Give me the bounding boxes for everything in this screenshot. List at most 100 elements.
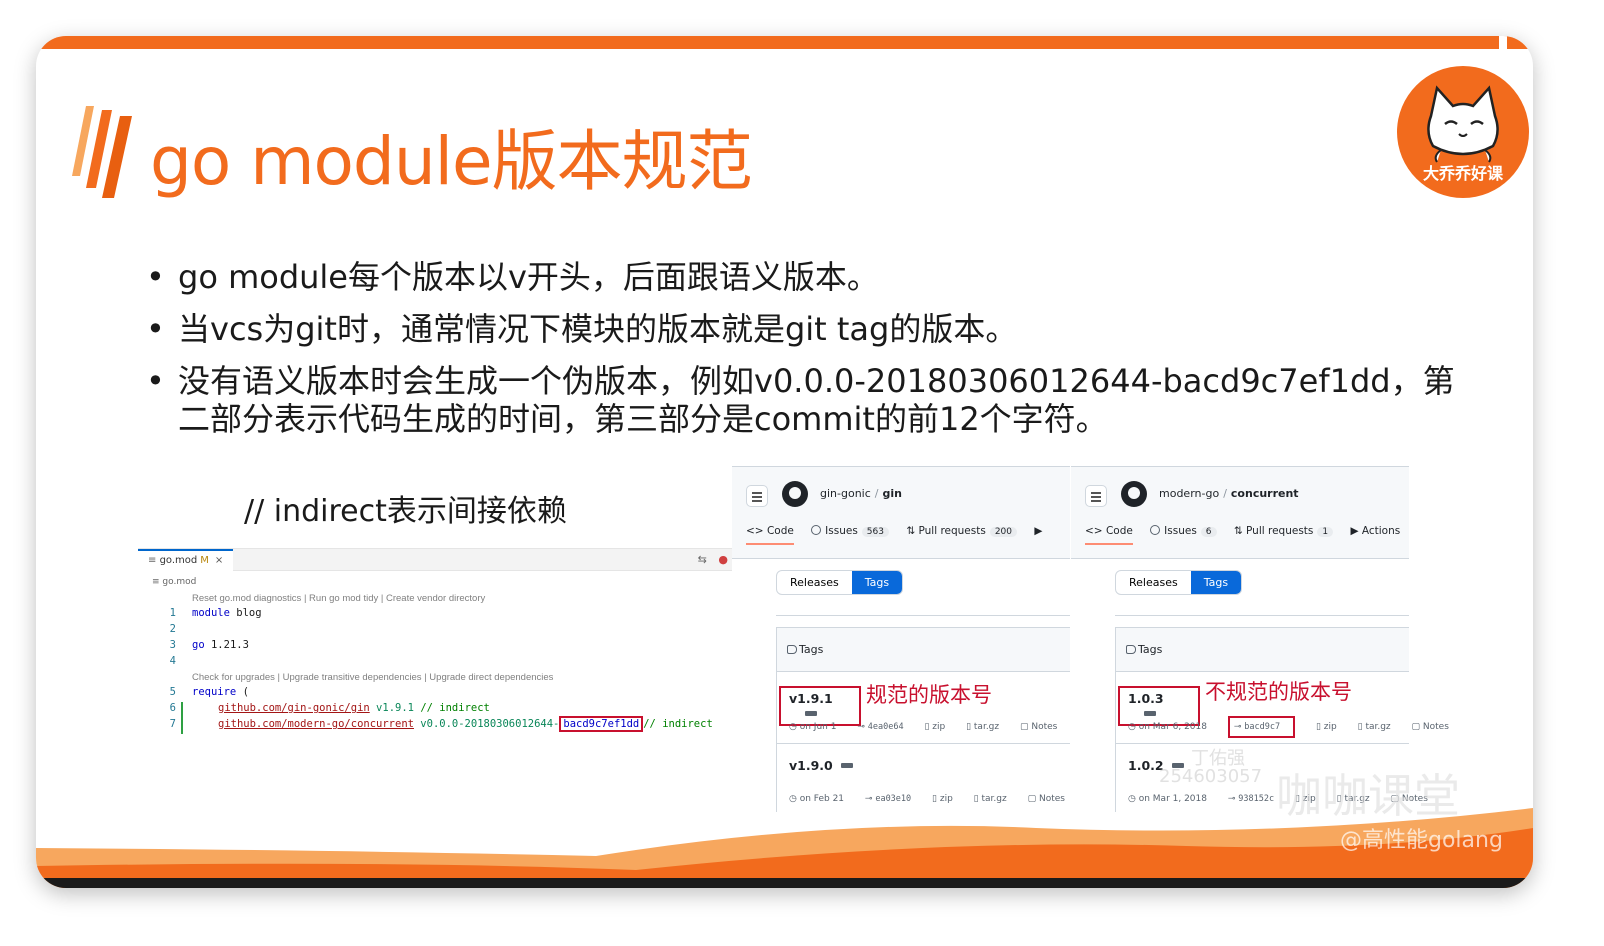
repo-owner[interactable]: gin-gonic — [820, 487, 871, 500]
bullet-item: go module每个版本以v开头，后面跟语义版本。 — [146, 258, 1476, 296]
zip-link[interactable]: ▯ zip — [1316, 722, 1346, 732]
github-panel-gin: gin-gonic / gin <> Code Issues 563 ⇅ Pull r… — [732, 466, 1070, 812]
menu-icon[interactable] — [1085, 485, 1107, 507]
commit-hash-highlight: ⊸ bacd9c7 — [1227, 716, 1296, 738]
footer-bar — [36, 878, 1533, 888]
menu-icon[interactable] — [746, 485, 768, 507]
top-accent-bar — [36, 36, 1533, 49]
annotation-standard: 规范的版本号 — [866, 683, 992, 707]
top-notch — [1499, 36, 1507, 49]
repo-separator: / — [874, 487, 879, 500]
tag-name[interactable]: 1.0.3 — [1118, 686, 1200, 726]
tag-name[interactable]: v1.9.1 — [779, 686, 861, 726]
file-icon: ≡ — [148, 555, 160, 566]
code-line: 3 go 1.21.3 — [138, 639, 734, 655]
module-path[interactable]: github.com/gin-gonic/gin — [218, 702, 370, 714]
commit[interactable]: ⊸ 4ea0e64 — [857, 722, 912, 732]
prs-count: 200 — [989, 527, 1018, 537]
tar-link[interactable]: ▯ tar.gz — [966, 722, 1008, 732]
line-number: 7 — [169, 718, 176, 730]
annotation-nonstandard: 不规范的版本号 — [1205, 680, 1352, 704]
code-lens-mod[interactable]: Reset go.mod diagnostics | Run go mod ti… — [192, 593, 485, 604]
editor-toolbar: ⇆ ● — [698, 553, 728, 566]
tab-code[interactable]: <> Code — [1085, 525, 1133, 545]
prs-count: 1 — [1317, 527, 1334, 537]
releases-button[interactable]: Releases — [777, 571, 852, 594]
repo-header: modern-go / concurrent <> Code Issues 6 ⇅ P… — [1071, 467, 1409, 559]
bullet-list: go module每个版本以v开头，后面跟语义版本。 当vcs为git时，通常情… — [146, 258, 1476, 452]
tab-actions[interactable]: ▶ Actions — [1350, 525, 1400, 537]
github-icon[interactable] — [782, 481, 808, 507]
date: ◷ on Mar 6, 2018 — [1128, 722, 1207, 732]
close-icon[interactable]: × — [215, 555, 223, 566]
keyword: require — [192, 686, 237, 698]
commit[interactable]: ⊸ bacd9c7 — [1227, 716, 1304, 738]
actions-icon: ▶ — [1350, 525, 1362, 537]
tag-name[interactable]: v1.9.0 — [789, 758, 853, 773]
indirect-comment: // indirect — [643, 718, 713, 730]
module-version: v0.0.0-20180306012644- — [420, 718, 560, 730]
tar-link[interactable]: ▯ tar.gz — [1358, 722, 1400, 732]
line-number: 6 — [169, 702, 176, 714]
watermark-handle: @高性能golang — [1340, 828, 1503, 853]
code-line: 6 github.com/gin-gonic/gin v1.9.1 // ind… — [138, 702, 734, 718]
line-number: 1 — [169, 607, 176, 619]
issues-count: 563 — [861, 527, 889, 537]
indirect-note: // indirect表示间接依赖 — [244, 494, 567, 529]
go-extension-icon[interactable]: ● — [718, 553, 728, 566]
code-line: 7 github.com/modern-go/concurrent v0.0.0… — [138, 716, 734, 734]
date: ◷ on Jun 1 — [789, 722, 837, 732]
title-stripes-icon — [72, 106, 132, 198]
notes-link[interactable]: ▢ Notes — [1412, 722, 1458, 732]
repo-name[interactable]: gin — [883, 487, 902, 500]
tab-code[interactable]: <> Code — [746, 525, 794, 545]
repo-separator: / — [1223, 487, 1227, 500]
line-number: 2 — [169, 623, 176, 635]
compare-icon[interactable]: ⇆ — [698, 553, 707, 566]
logo-text: 大乔乔好课 — [1422, 164, 1503, 183]
tag-highlight-box: 1.0.3 — [1118, 686, 1200, 726]
code-editor: ≡ go.mod M × ⇆ ● ≡ go.mod Reset go.mod dia… — [138, 548, 734, 738]
tag-highlight-box: v1.9.1 — [779, 686, 861, 726]
tags-button[interactable]: Tags — [1190, 571, 1242, 594]
slide: go module版本规范 大乔乔好课 go module每个版本以v开头，后面… — [36, 36, 1533, 888]
tab-issues[interactable]: Issues 563 — [811, 525, 889, 537]
tag-icon — [1126, 645, 1136, 654]
code-lens-require[interactable]: Check for upgrades | Upgrade transitive … — [192, 672, 553, 683]
pull-request-icon: ⇅ — [1233, 525, 1247, 537]
line-number: 4 — [169, 655, 176, 667]
tags-button[interactable]: Tags — [851, 571, 903, 594]
github-icon[interactable] — [1121, 481, 1147, 507]
editor-tab-go-mod[interactable]: ≡ go.mod M × — [138, 549, 234, 571]
zip-link[interactable]: ▯ zip — [924, 722, 954, 732]
keyword: go — [192, 639, 205, 651]
repo-owner[interactable]: modern-go — [1159, 487, 1219, 500]
footer-wave — [36, 808, 1533, 888]
repo-breadcrumb: modern-go / concurrent — [1159, 487, 1299, 500]
line-number: 5 — [169, 686, 176, 698]
actions-icon[interactable]: ▶ — [1034, 525, 1042, 537]
issues-count: 6 — [1200, 527, 1217, 537]
releases-button[interactable]: Releases — [1116, 571, 1191, 594]
code-line: 1 module blog — [138, 607, 734, 623]
line-number: 3 — [169, 639, 176, 651]
tab-issues[interactable]: Issues 6 — [1150, 525, 1217, 537]
divider — [1115, 615, 1409, 616]
repo-header: gin-gonic / gin <> Code Issues 563 ⇅ Pull r… — [732, 467, 1070, 559]
breadcrumb[interactable]: ≡ go.mod — [152, 577, 196, 587]
page-title: go module版本规范 — [150, 123, 753, 200]
notes-link[interactable]: ▢ Notes — [1020, 722, 1066, 732]
commit-hash-highlight: bacd9c7ef1dd — [559, 716, 644, 732]
more-icon[interactable] — [805, 711, 817, 716]
more-icon[interactable] — [840, 763, 853, 768]
issue-icon — [1150, 525, 1161, 535]
repo-name[interactable]: concurrent — [1231, 487, 1299, 500]
module-path[interactable]: github.com/modern-go/concurrent — [218, 718, 414, 730]
code-text: blog — [229, 607, 262, 619]
tab-pull-requests[interactable]: ⇅ Pull requests 1 — [1233, 525, 1334, 537]
editor-tab-bar: ≡ go.mod M × ⇆ ● — [138, 549, 734, 571]
pull-request-icon: ⇅ — [906, 525, 919, 537]
code-line: 5 require ( — [138, 686, 734, 702]
more-icon[interactable] — [1144, 711, 1156, 716]
tab-pull-requests[interactable]: ⇅ Pull requests 200 — [906, 525, 1018, 537]
